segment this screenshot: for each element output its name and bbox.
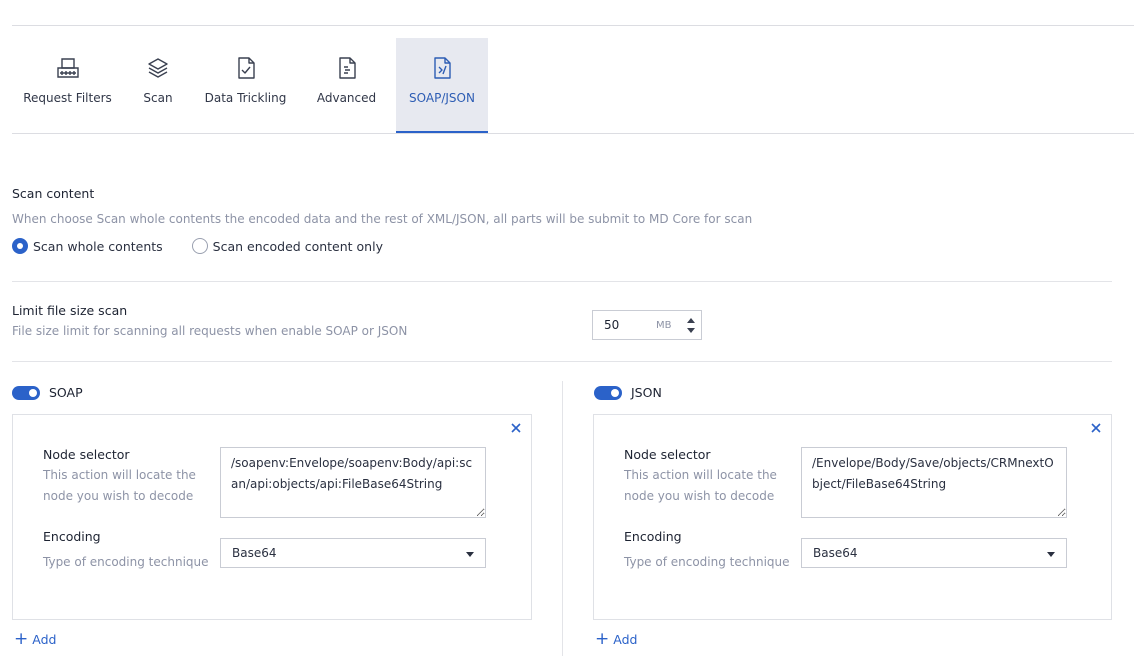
soap-node-card: Node selector This action will locate th… bbox=[12, 414, 532, 620]
settings-tabs: Request Filters Scan Data Trickling Adva… bbox=[12, 38, 1134, 134]
layers-icon bbox=[145, 55, 171, 81]
scan-content-title: Scan content bbox=[12, 186, 95, 201]
decrement-icon[interactable] bbox=[687, 327, 695, 333]
add-label: Add bbox=[613, 631, 638, 647]
tab-advanced[interactable]: Advanced bbox=[312, 38, 381, 134]
file-size-unit: MB bbox=[656, 319, 672, 331]
add-label: Add bbox=[32, 631, 57, 647]
node-selector-description: This action will locate the node you wis… bbox=[43, 468, 196, 503]
node-selector-label: Node selector bbox=[624, 447, 711, 462]
radio-checked-icon bbox=[12, 238, 28, 254]
increment-icon[interactable] bbox=[687, 317, 695, 323]
tab-data-trickling[interactable]: Data Trickling bbox=[202, 38, 289, 134]
json-add-button[interactable]: + Add bbox=[595, 629, 638, 649]
chevron-down-icon bbox=[466, 552, 474, 557]
soap-toggle-row: SOAP bbox=[12, 385, 83, 400]
radio-scan-whole-contents[interactable]: Scan whole contents bbox=[12, 238, 163, 254]
limit-description: File size limit for scanning all request… bbox=[12, 324, 408, 338]
node-selector-label: Node selector bbox=[43, 447, 130, 462]
tab-label: Scan bbox=[143, 91, 173, 105]
tab-request-filters[interactable]: Request Filters bbox=[12, 38, 123, 134]
close-icon[interactable] bbox=[509, 421, 523, 435]
tab-label: SOAP/JSON bbox=[409, 91, 475, 105]
radio-label: Scan encoded content only bbox=[212, 238, 383, 254]
tabs-divider bbox=[12, 133, 1134, 134]
tab-soap-json[interactable]: SOAP/JSON bbox=[396, 38, 488, 134]
document-list-icon bbox=[334, 55, 360, 81]
file-size-limit-input[interactable]: 50 MB bbox=[592, 310, 702, 340]
encoding-description: Type of encoding technique bbox=[624, 555, 790, 569]
json-toggle[interactable] bbox=[594, 385, 622, 400]
node-selector-description: This action will locate the node you wis… bbox=[624, 468, 777, 503]
encoding-label: Encoding bbox=[624, 529, 682, 544]
section-divider bbox=[12, 281, 1112, 282]
tab-label: Advanced bbox=[316, 91, 377, 105]
json-toggle-row: JSON bbox=[594, 385, 662, 400]
radio-scan-encoded-only[interactable]: Scan encoded content only bbox=[191, 238, 383, 254]
chevron-down-icon bbox=[1047, 552, 1055, 557]
column-divider bbox=[562, 381, 563, 656]
json-label: JSON bbox=[631, 385, 662, 400]
scan-content-options: Scan whole contents Scan encoded content… bbox=[12, 238, 412, 254]
json-node-card: Node selector This action will locate th… bbox=[593, 414, 1112, 620]
encoding-label: Encoding bbox=[43, 529, 101, 544]
encoding-description: Type of encoding technique bbox=[43, 555, 209, 569]
number-spinner bbox=[681, 311, 701, 339]
soap-label: SOAP bbox=[49, 385, 83, 400]
request-filters-icon bbox=[55, 55, 81, 81]
document-code-icon bbox=[429, 55, 455, 81]
tab-scan[interactable]: Scan bbox=[137, 38, 179, 134]
soap-add-button[interactable]: + Add bbox=[14, 629, 57, 649]
plus-icon: + bbox=[595, 629, 610, 649]
soap-node-selector-input[interactable]: /soapenv:Envelope/soapenv:Body/api:scan/… bbox=[220, 447, 486, 518]
radio-unchecked-icon bbox=[191, 238, 208, 254]
section-divider bbox=[12, 361, 1112, 362]
select-value: Base64 bbox=[232, 546, 277, 560]
limit-title: Limit file size scan bbox=[12, 303, 128, 318]
soap-encoding-select[interactable]: Base64 bbox=[220, 538, 486, 568]
scan-content-description: When choose Scan whole contents the enco… bbox=[12, 212, 753, 226]
top-divider bbox=[12, 25, 1134, 26]
tab-label: Request Filters bbox=[23, 91, 112, 105]
document-check-icon bbox=[233, 55, 259, 81]
select-value: Base64 bbox=[813, 546, 858, 560]
json-encoding-select[interactable]: Base64 bbox=[801, 538, 1067, 568]
json-node-selector-input[interactable]: /Envelope/Body/Save/objects/CRMnextObjec… bbox=[801, 447, 1067, 518]
soap-toggle[interactable] bbox=[12, 385, 40, 400]
radio-label: Scan whole contents bbox=[33, 238, 163, 254]
tab-label: Data Trickling bbox=[204, 91, 287, 105]
file-size-value[interactable]: 50 bbox=[604, 318, 644, 332]
plus-icon: + bbox=[14, 629, 29, 649]
close-icon[interactable] bbox=[1089, 421, 1103, 435]
